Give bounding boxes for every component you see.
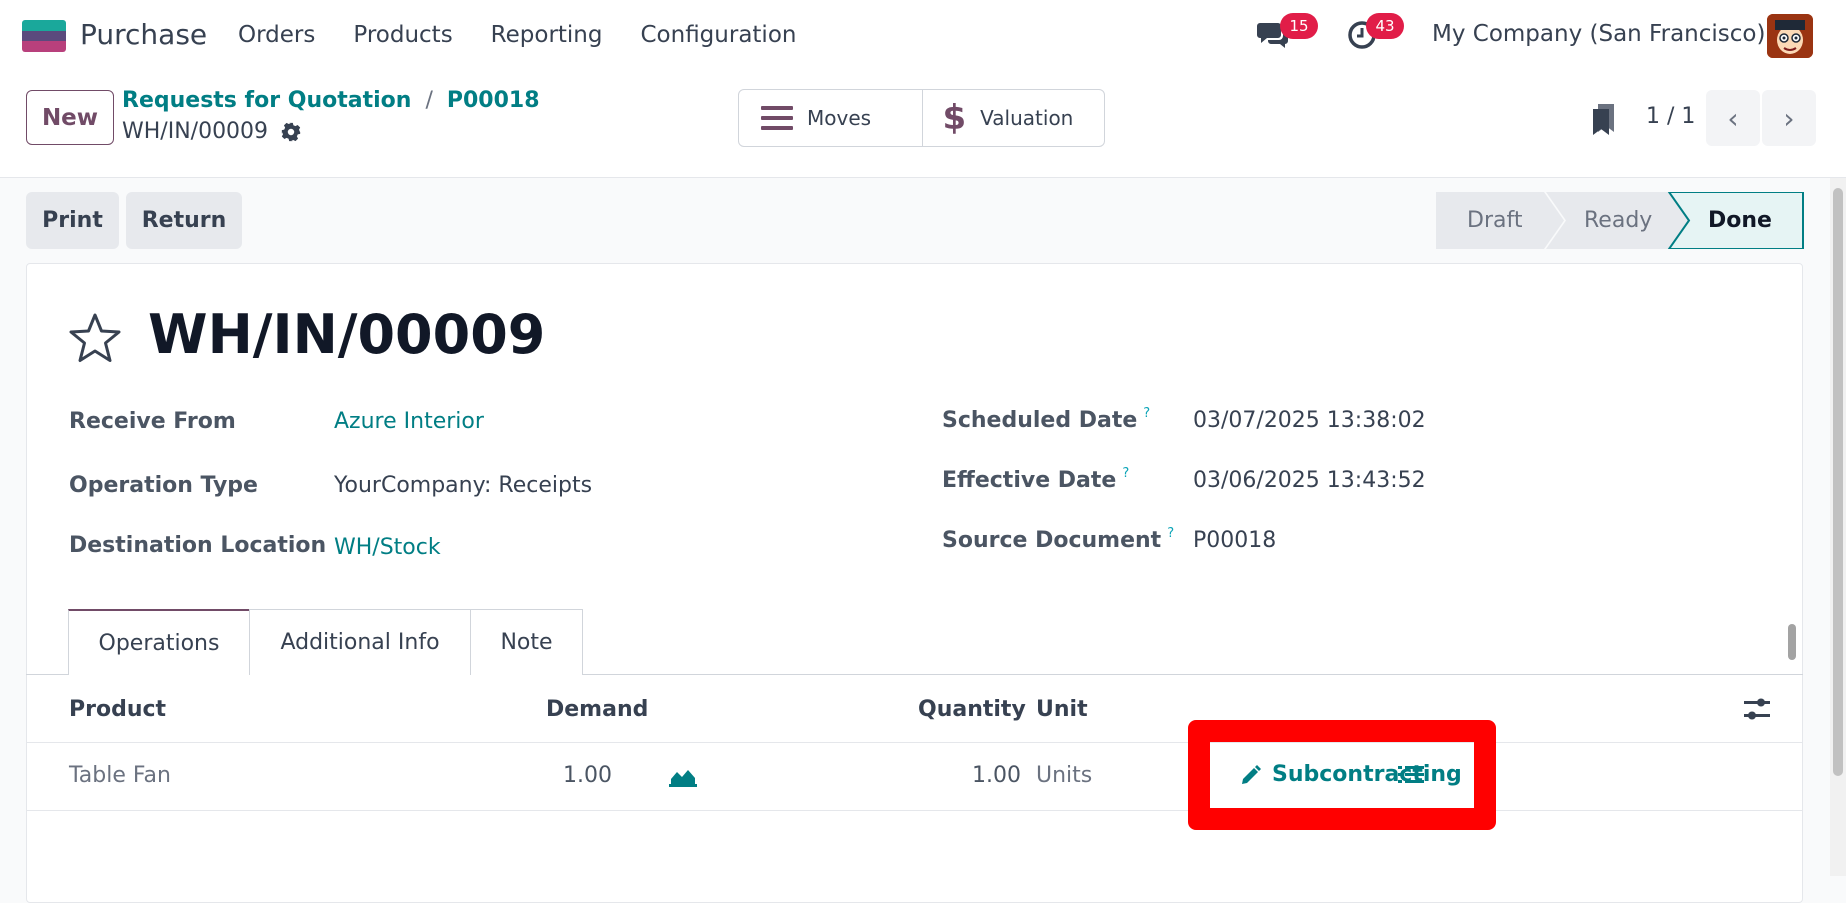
help-icon[interactable]: ? bbox=[1143, 406, 1150, 421]
new-button[interactable]: New bbox=[26, 90, 114, 145]
record-title: WH/IN/00009 bbox=[148, 303, 546, 366]
star-icon[interactable] bbox=[68, 312, 122, 364]
destination-location-value[interactable]: WH/Stock bbox=[334, 535, 441, 560]
breadcrumb: Requests for Quotation / P00018 bbox=[122, 88, 540, 113]
operation-type-label: Operation Type bbox=[69, 473, 258, 498]
menu-orders[interactable]: Orders bbox=[238, 22, 315, 48]
notebook-tabs: Operations Additional Info Note bbox=[68, 609, 583, 675]
page-scrollbar[interactable] bbox=[1830, 178, 1846, 876]
column-quantity[interactable]: Quantity bbox=[918, 697, 1026, 722]
column-unit[interactable]: Unit bbox=[1036, 697, 1088, 722]
stage-done[interactable]: Done bbox=[1708, 192, 1788, 249]
subcontracting-label: Subcontracting bbox=[1272, 762, 1462, 787]
forecast-area-chart-icon[interactable] bbox=[669, 767, 697, 787]
column-demand[interactable]: Demand bbox=[546, 697, 648, 722]
row-product: Table Fan bbox=[69, 763, 171, 788]
breadcrumb-po[interactable]: P00018 bbox=[447, 88, 540, 113]
breadcrumb-rfq[interactable]: Requests for Quotation bbox=[122, 88, 411, 113]
stage-ready[interactable]: Ready bbox=[1584, 192, 1674, 249]
activities-badge: 43 bbox=[1366, 13, 1404, 39]
form-scrollbar[interactable] bbox=[1785, 610, 1799, 672]
tab-operations[interactable]: Operations bbox=[68, 609, 250, 675]
subcontracting-button[interactable]: Subcontracting bbox=[1240, 762, 1462, 787]
main-menu: Orders Products Reporting Configuration bbox=[238, 22, 796, 48]
moves-smart-button[interactable]: Moves bbox=[739, 90, 923, 146]
purchase-app-icon[interactable] bbox=[22, 20, 66, 52]
operation-type-value[interactable]: YourCompany: Receipts bbox=[334, 473, 592, 498]
menu-configuration[interactable]: Configuration bbox=[640, 22, 796, 48]
bookmark-icon[interactable] bbox=[1590, 102, 1618, 136]
table-header: Product Demand Quantity Unit bbox=[26, 675, 1803, 743]
smart-buttons: Moves $ Valuation bbox=[738, 89, 1105, 147]
list-icon bbox=[761, 106, 793, 130]
chevron-left-icon: ‹ bbox=[1727, 101, 1739, 135]
record-name: WH/IN/00009 bbox=[122, 119, 302, 144]
scheduled-date-value[interactable]: 03/07/2025 13:38:02 bbox=[1193, 408, 1426, 433]
tab-additional-info[interactable]: Additional Info bbox=[249, 609, 471, 675]
receive-from-label: Receive From bbox=[69, 409, 236, 434]
help-icon[interactable]: ? bbox=[1122, 466, 1129, 481]
return-button[interactable]: Return bbox=[126, 192, 242, 249]
user-avatar[interactable] bbox=[1767, 14, 1813, 58]
app-name[interactable]: Purchase bbox=[80, 18, 207, 51]
messages-badge: 15 bbox=[1280, 13, 1318, 39]
breadcrumb-separator: / bbox=[425, 88, 433, 113]
dollar-icon: $ bbox=[942, 98, 967, 138]
effective-date-value[interactable]: 03/06/2025 13:43:52 bbox=[1193, 468, 1426, 493]
help-icon[interactable]: ? bbox=[1167, 526, 1174, 541]
tab-note[interactable]: Note bbox=[470, 609, 583, 675]
stage-draft[interactable]: Draft bbox=[1467, 192, 1547, 249]
record-name-text: WH/IN/00009 bbox=[122, 119, 269, 144]
row-demand: 1.00 bbox=[563, 763, 612, 788]
column-product[interactable]: Product bbox=[69, 697, 166, 722]
row-unit: Units bbox=[1036, 763, 1093, 788]
top-navbar: Purchase Orders Products Reporting Confi… bbox=[0, 0, 1846, 72]
row-quantity: 1.00 bbox=[972, 763, 1021, 788]
control-panel: New Requests for Quotation / P00018 WH/IN/… bbox=[0, 72, 1846, 178]
destination-location-label: Destination Location bbox=[69, 533, 327, 558]
valuation-label: Valuation bbox=[980, 106, 1074, 130]
menu-products[interactable]: Products bbox=[353, 22, 452, 48]
receive-from-value[interactable]: Azure Interior bbox=[334, 409, 484, 434]
source-document-label: Source Document? bbox=[942, 526, 1175, 553]
print-button[interactable]: Print bbox=[26, 192, 119, 249]
moves-label: Moves bbox=[807, 106, 872, 130]
menu-reporting[interactable]: Reporting bbox=[491, 22, 603, 48]
pager-next-button[interactable]: › bbox=[1762, 90, 1816, 146]
company-switcher[interactable]: My Company (San Francisco) bbox=[1432, 21, 1765, 47]
chevron-right-icon: › bbox=[1783, 101, 1795, 135]
scheduled-date-label: Scheduled Date? bbox=[942, 406, 1151, 433]
effective-date-label: Effective Date? bbox=[942, 466, 1130, 493]
pencil-icon bbox=[1242, 764, 1261, 784]
valuation-smart-button[interactable]: $ Valuation bbox=[923, 90, 1105, 146]
gear-icon[interactable] bbox=[280, 121, 302, 143]
detailed-operations-icon[interactable] bbox=[1398, 764, 1424, 786]
pager-previous-button[interactable]: ‹ bbox=[1706, 90, 1760, 146]
pager-value[interactable]: 1 / 1 bbox=[1646, 104, 1695, 129]
optional-columns-icon[interactable] bbox=[1743, 696, 1771, 722]
table-row[interactable]: Table Fan 1.00 1.00 Units bbox=[26, 743, 1803, 811]
source-document-value[interactable]: P00018 bbox=[1193, 528, 1276, 553]
